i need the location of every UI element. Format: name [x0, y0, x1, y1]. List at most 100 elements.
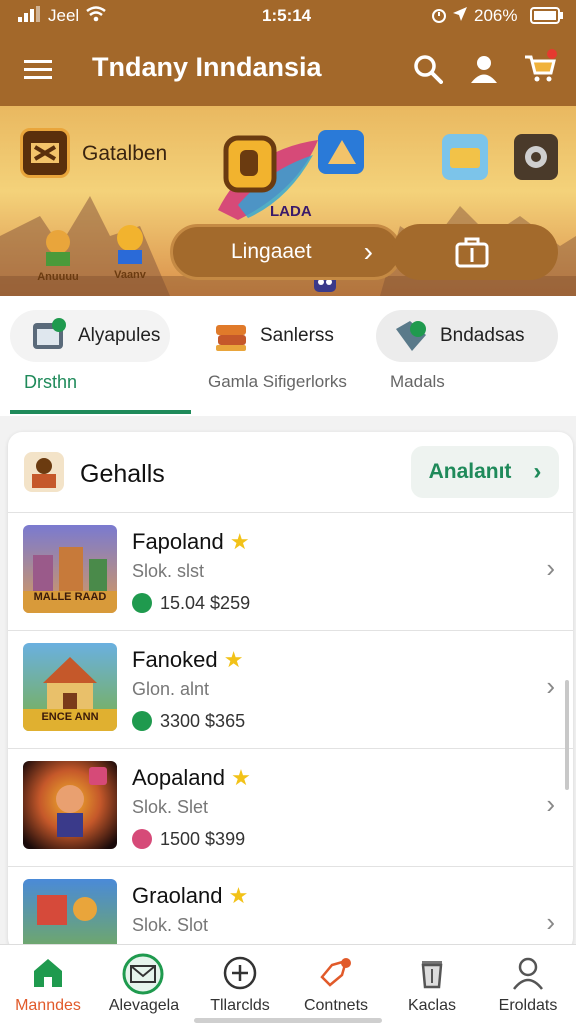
star-icon: ★ — [231, 765, 251, 790]
game-thumbnail — [23, 879, 117, 952]
star-icon: ★ — [223, 647, 244, 672]
item-meta: 3300 $365 — [160, 711, 246, 731]
nav-contents[interactable]: Contnets — [288, 945, 384, 1025]
trash-icon — [421, 961, 443, 989]
nav-home-label: Manndes — [15, 997, 81, 1014]
hero-banner[interactable]: Gatalben LADA Anuuuu Vaanv Lingaaet › — [0, 106, 576, 296]
chevron-right-icon: › — [546, 553, 555, 583]
search-icon[interactable] — [410, 51, 446, 87]
svg-text:LADA: LADA — [270, 203, 312, 220]
signal-icon — [18, 6, 44, 27]
list-item[interactable]: Graoland ★ Slok. Slot › — [8, 866, 573, 952]
tab-chip-1[interactable]: Alyapules — [10, 310, 170, 362]
list-item[interactable]: Aopaland ★ Slok. Slet 1500 $399 › — [8, 748, 573, 867]
thumbnail-caption: ENCE ANN — [41, 711, 99, 723]
nav-trash-label: Kaclas — [407, 997, 457, 1014]
profile-icon[interactable] — [466, 51, 502, 87]
item-meta: 1500 $399 — [160, 829, 246, 849]
list-item[interactable]: ENCE ANN Fanoked ★ Glon. alnt 3300 $365 … — [8, 630, 573, 749]
game-logo[interactable] — [20, 128, 70, 178]
play-button[interactable]: Lingaaet › — [170, 224, 402, 280]
play-button-label: Lingaaet — [231, 240, 312, 263]
character-badge-right-label: Vaanv — [114, 269, 146, 281]
game-thumbnail — [23, 761, 117, 849]
character-badge-left-label: Anuuuu — [37, 271, 79, 283]
bundle-icon[interactable] — [440, 132, 490, 182]
store-button[interactable] — [392, 224, 558, 280]
featured-game-name: Gatalben — [82, 142, 168, 165]
tab-models[interactable]: Madals — [390, 372, 445, 392]
tag-icon — [396, 321, 426, 351]
status-bar: Jeel 1:5:14 206% — [0, 0, 576, 32]
tab-chip-2[interactable]: Sanlerss — [196, 310, 366, 362]
megaphone-icon — [320, 958, 351, 987]
list-item[interactable]: MALLE RAAD Fapoland ★ Slok. slst 15.04 $… — [8, 512, 573, 631]
settings-gear-icon[interactable] — [512, 132, 560, 182]
chevron-right-icon: › — [546, 907, 555, 937]
app-bar: Tndany Inndansia — [0, 32, 576, 106]
clock: 1:5:14 — [262, 6, 312, 25]
games-card: Gehalls Analanıt › MALLE RAAD Fapoland ★… — [8, 432, 573, 952]
chevron-right-icon: › — [546, 671, 555, 701]
chevron-right-icon: › — [533, 458, 542, 485]
item-subtitle: Slok. Slet — [132, 797, 209, 817]
item-name: Graoland ★ — [132, 883, 249, 908]
books-icon — [216, 325, 246, 351]
see-all-button[interactable]: Analanıt › — [411, 446, 559, 498]
tab-chip-3[interactable]: Bndadsas — [376, 310, 558, 362]
thumbnail-caption: MALLE RAAD — [33, 591, 107, 603]
star-icon: ★ — [229, 529, 250, 554]
scrollbar[interactable] — [565, 680, 569, 790]
game-thumbnail: ENCE ANN — [23, 643, 117, 731]
carrier-label: Jeel — [48, 6, 80, 25]
category-tabs: Alyapules Sanlerss Bndadsas Drsthn Gamla… — [0, 296, 576, 416]
menu-icon[interactable] — [20, 51, 56, 87]
map-icon — [318, 130, 364, 174]
item-subtitle: Slok. Slot — [132, 915, 209, 935]
section-icon — [24, 452, 64, 492]
item-name: Fapoland ★ — [132, 529, 250, 554]
battery-percent: 206% — [474, 6, 518, 25]
item-subtitle: Glon. alnt — [132, 679, 210, 699]
coin-icon — [132, 829, 152, 849]
tab-chip-2-label: Sanlerss — [260, 325, 334, 346]
nav-messages-label: Alevagela — [108, 997, 180, 1014]
star-icon: ★ — [228, 883, 249, 908]
nav-add-label: Tllarclds — [210, 997, 270, 1014]
active-tab-indicator — [10, 410, 191, 414]
home-icon — [34, 959, 62, 987]
wifi-icon — [86, 6, 106, 27]
nav-profile[interactable]: Eroldats — [480, 945, 576, 1025]
bag-icon — [455, 237, 489, 268]
character-badge-left: Anuuuu — [28, 226, 88, 284]
item-name: Fanoked ★ — [132, 647, 244, 672]
chevron-right-icon: › — [546, 789, 555, 819]
nav-messages[interactable]: Alevagela — [96, 945, 192, 1025]
coin-icon — [132, 711, 152, 731]
app-title: Tndany Inndansia — [92, 52, 322, 82]
user-icon — [513, 957, 543, 990]
tab-chip-3-label: Bndadsas — [440, 325, 525, 346]
cart-icon[interactable] — [522, 49, 558, 85]
nav-home[interactable]: Manndes — [0, 945, 96, 1025]
item-name: Aopaland ★ — [132, 765, 251, 790]
tab-chip-1-label: Alyapules — [78, 325, 161, 346]
mail-icon — [122, 953, 164, 995]
nav-profile-label: Eroldats — [498, 997, 558, 1014]
tab-designs[interactable]: Drsthn — [24, 372, 77, 393]
battery-icon — [530, 7, 564, 29]
bottom-navigation: Manndes Alevagela Tllarclds Contnets Kac… — [0, 944, 576, 1025]
item-meta: 15.04 $259 — [160, 593, 251, 613]
alarm-icon — [430, 6, 448, 29]
calendar-icon — [33, 318, 66, 349]
nav-trash[interactable]: Kaclas — [384, 945, 480, 1025]
nav-add[interactable]: Tllarclds — [192, 945, 288, 1025]
chevron-right-icon: › — [363, 236, 373, 267]
home-indicator — [194, 1018, 382, 1023]
see-all-label: Analanıt — [428, 460, 512, 483]
tab-games[interactable]: Gamla Sifigerlorks — [208, 372, 347, 392]
character-badge-right: Vaanv — [104, 222, 156, 284]
location-icon — [452, 6, 468, 27]
section-title: Gehalls — [80, 460, 165, 488]
coin-icon — [132, 593, 152, 613]
